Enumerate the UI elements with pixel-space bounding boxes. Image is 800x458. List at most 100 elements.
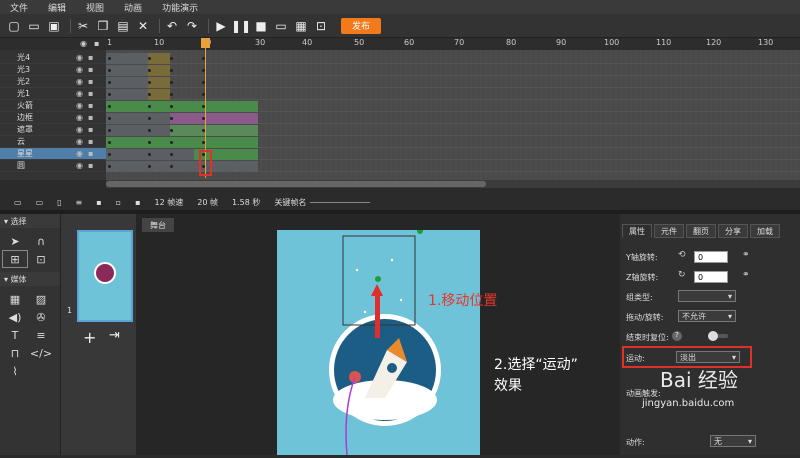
import-page-icon[interactable]: ⇥ — [109, 328, 120, 343]
y-rotate-input[interactable]: 0 — [694, 251, 728, 263]
tab-load[interactable]: 加载 — [750, 224, 780, 238]
reset-toggle[interactable] — [708, 331, 728, 341]
keyframe-name-input[interactable] — [310, 201, 371, 203]
lock-icon[interactable]: ▪ — [88, 77, 98, 86]
eye-icon[interactable]: ◉ — [76, 101, 88, 110]
text-icon[interactable]: T — [2, 326, 28, 344]
add-page-icon[interactable]: + — [83, 328, 96, 347]
crop-tool-icon[interactable]: ⊡ — [28, 250, 54, 268]
frame-span[interactable] — [106, 101, 258, 112]
stage-tab[interactable]: 舞台 — [142, 218, 174, 232]
keyframe-dot[interactable] — [148, 117, 151, 120]
lock-icon[interactable]: ▪ — [88, 149, 98, 158]
lock-icon[interactable]: ▪ — [88, 65, 98, 74]
frame-span[interactable] — [106, 125, 170, 136]
grid-icon[interactable]: ▦ — [2, 290, 28, 308]
settings-icon[interactable]: ⊡ — [313, 18, 329, 34]
frame-span[interactable] — [106, 113, 170, 124]
keyframe-dot[interactable] — [170, 141, 173, 144]
frame-span[interactable] — [170, 113, 258, 124]
menu-animation[interactable]: 动画 — [114, 1, 152, 14]
copy-icon[interactable]: ❐ — [95, 18, 111, 34]
audio-icon[interactable]: ◀) — [2, 308, 28, 326]
frame-span[interactable] — [148, 77, 170, 88]
frame-option3-icon[interactable]: ▪ — [135, 198, 140, 207]
keyframe-dot[interactable] — [108, 129, 111, 132]
frame-span[interactable] — [106, 77, 148, 88]
save-icon[interactable]: ▣ — [46, 18, 62, 34]
lock-icon[interactable]: ▪ — [88, 137, 98, 146]
frame-row[interactable] — [106, 88, 800, 100]
menu-demo[interactable]: 功能演示 — [152, 1, 208, 14]
keyframe-dot[interactable] — [170, 129, 173, 132]
frame-row[interactable] — [106, 136, 800, 148]
eye-icon[interactable]: ◉ — [76, 89, 88, 98]
keyframe-dot[interactable] — [170, 57, 173, 60]
stage-canvas[interactable] — [277, 228, 480, 456]
frame-span[interactable] — [170, 125, 258, 136]
keyframe-dot[interactable] — [148, 153, 151, 156]
layer-row[interactable]: 光3 ◉ ▪ — [0, 64, 106, 76]
paragraph-icon[interactable]: ≡ — [28, 326, 54, 344]
keyframe-dot[interactable] — [108, 153, 111, 156]
keyframe-dot[interactable] — [108, 117, 111, 120]
open-folder-icon[interactable]: ▭ — [26, 18, 42, 34]
keyframe-dot[interactable] — [148, 69, 151, 72]
publish-button[interactable]: 发布 — [341, 17, 381, 34]
layer-row[interactable]: 云 ◉ ▪ — [0, 136, 106, 148]
play-icon[interactable]: ▶ — [213, 18, 229, 34]
scrollbar-thumb[interactable] — [106, 181, 486, 187]
playhead-handle[interactable] — [201, 38, 210, 48]
frame-span[interactable] — [106, 161, 258, 172]
frame-span[interactable] — [148, 53, 170, 64]
tab-properties[interactable]: 属性 — [622, 224, 652, 238]
delete-layer-icon[interactable]: ▯ — [57, 198, 61, 207]
tab-page-turn[interactable]: 翻页 — [686, 224, 716, 238]
eye-icon[interactable]: ◉ — [76, 53, 88, 62]
chart-icon[interactable]: ⌇ — [2, 362, 28, 380]
keyframe-dot[interactable] — [148, 141, 151, 144]
keyframe-dot[interactable] — [170, 93, 173, 96]
cut-icon[interactable]: ✂ — [75, 18, 91, 34]
keyframe-dot[interactable] — [170, 153, 173, 156]
frame-span[interactable] — [148, 89, 170, 100]
keyframe-dot[interactable] — [108, 69, 111, 72]
keyframe-dot[interactable] — [108, 165, 111, 168]
page-thumbnail[interactable] — [77, 230, 133, 322]
frame-row[interactable] — [106, 76, 800, 88]
lasso-tool-icon[interactable]: ∩ — [28, 232, 54, 250]
keyframe-dot[interactable] — [148, 57, 151, 60]
tab-components[interactable]: 元件 — [654, 224, 684, 238]
eye-icon[interactable]: ◉ — [76, 161, 88, 170]
lock-icon[interactable]: ▪ — [88, 101, 98, 110]
undo-icon[interactable]: ↶ — [164, 18, 180, 34]
arrow-tool-icon[interactable]: ➤ — [2, 232, 28, 250]
lock-icon[interactable]: ▪ — [88, 113, 98, 122]
toggle-knob[interactable] — [708, 331, 718, 341]
layer-row[interactable]: 星星 ◉ ▪ — [0, 148, 106, 160]
timeline-scrollbar[interactable] — [106, 180, 800, 188]
frame-span[interactable] — [106, 65, 148, 76]
layer-row[interactable]: 遮罩 ◉ ▪ — [0, 124, 106, 136]
help-icon[interactable]: ? — [672, 331, 682, 341]
menu-file[interactable]: 文件 — [0, 1, 38, 14]
rotation-handle[interactable] — [417, 228, 423, 234]
link-icon[interactable]: ⚭ — [742, 250, 750, 260]
paste-icon[interactable]: ▤ — [115, 18, 131, 34]
pause-icon[interactable]: ❚❚ — [231, 18, 251, 34]
frame-row[interactable] — [106, 100, 800, 112]
layer-row[interactable]: 火箭 ◉ ▪ — [0, 100, 106, 112]
new-file-icon[interactable]: ▢ — [6, 18, 22, 34]
eye-icon[interactable]: ◉ — [76, 137, 88, 146]
group-type-select[interactable]: ▾ — [678, 290, 736, 302]
eye-icon[interactable]: ◉ — [76, 65, 88, 74]
frame-row[interactable] — [106, 64, 800, 76]
layer-row[interactable]: 光2 ◉ ▪ — [0, 76, 106, 88]
eye-icon[interactable]: ◉ — [76, 125, 88, 134]
layer-row[interactable]: 光1 ◉ ▪ — [0, 88, 106, 100]
add-folder-icon[interactable]: ▭ — [36, 198, 44, 207]
keyframe-dot[interactable] — [148, 81, 151, 84]
keyframe-dot[interactable] — [108, 105, 111, 108]
layer-option-icon[interactable]: ≡ — [76, 198, 83, 207]
image-icon[interactable]: ▨ — [28, 290, 54, 308]
